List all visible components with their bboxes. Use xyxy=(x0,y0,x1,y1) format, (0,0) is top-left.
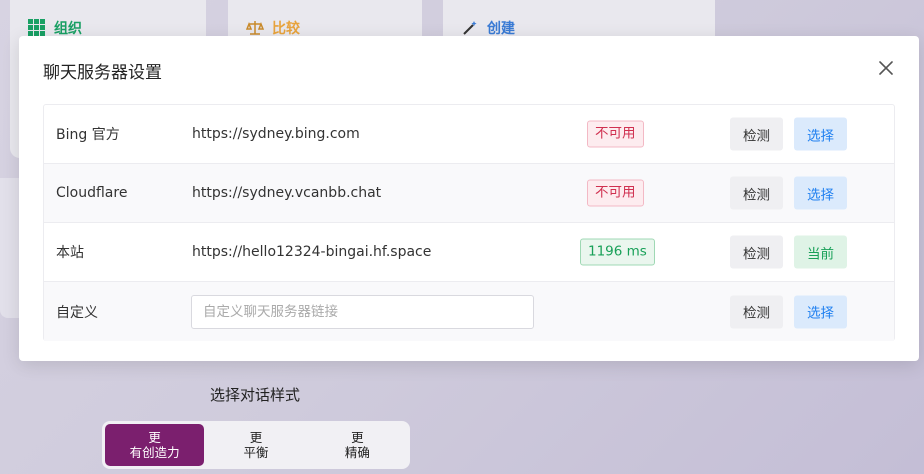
current-button[interactable]: 当前 xyxy=(794,235,847,269)
style-creative-line1: 更 xyxy=(148,430,161,445)
style-creative-line2: 有创造力 xyxy=(129,445,180,460)
create-card-label: 创建 xyxy=(487,21,515,37)
magic-wand-icon xyxy=(461,19,479,37)
table-row: Bing 官方 https://sydney.bing.com 不可用 检测 选… xyxy=(44,105,894,164)
conversation-style-switch: 更 有创造力 更 平衡 更 精确 xyxy=(102,421,410,469)
server-name: Cloudflare xyxy=(56,185,128,201)
status-badge: 不可用 xyxy=(587,120,644,148)
server-url: https://sydney.vcanbb.chat xyxy=(192,185,382,201)
status-badge: 不可用 xyxy=(587,179,644,207)
server-url: https://hello12324-bingai.hf.space xyxy=(192,244,432,260)
style-balanced-button[interactable]: 更 平衡 xyxy=(206,424,305,466)
table-row: Cloudflare https://sydney.vcanbb.chat 不可… xyxy=(44,164,894,223)
server-name: Bing 官方 xyxy=(56,127,120,143)
server-name: 自定义 xyxy=(56,304,98,321)
style-creative-button[interactable]: 更 有创造力 xyxy=(105,424,205,466)
select-button[interactable]: 选择 xyxy=(794,117,847,151)
style-title: 选择对话样式 xyxy=(210,386,301,404)
select-button[interactable]: 选择 xyxy=(794,176,847,210)
style-balanced-line1: 更 xyxy=(249,430,263,445)
table-row: 自定义 检测 选择 xyxy=(44,282,894,341)
custom-server-url-input[interactable] xyxy=(191,294,534,329)
check-button[interactable]: 检测 xyxy=(730,235,783,269)
style-precise-button[interactable]: 更 精确 xyxy=(308,424,407,466)
table-row: 本站 https://hello12324-bingai.hf.space 11… xyxy=(44,223,894,282)
select-button[interactable]: 选择 xyxy=(794,295,847,328)
chat-server-settings-dialog: 聊天服务器设置 Bing 官方 https://sydney.bing.com … xyxy=(19,36,919,361)
latency-badge: 1196 ms xyxy=(580,238,655,266)
server-table: Bing 官方 https://sydney.bing.com 不可用 检测 选… xyxy=(43,104,895,341)
style-balanced-line2: 平衡 xyxy=(243,445,269,460)
scale-icon xyxy=(245,19,265,37)
organize-card-label: 组织 xyxy=(54,21,82,37)
check-button[interactable]: 检测 xyxy=(730,117,783,151)
server-url: https://sydney.bing.com xyxy=(192,126,360,142)
style-precise-line1: 更 xyxy=(351,430,364,445)
grid-icon xyxy=(28,19,46,37)
style-precise-line2: 精确 xyxy=(344,445,370,460)
dialog-title: 聊天服务器设置 xyxy=(43,63,162,83)
server-name: 本站 xyxy=(56,245,84,261)
close-icon[interactable] xyxy=(876,58,896,78)
check-button[interactable]: 检测 xyxy=(730,176,783,210)
compare-card-label: 比较 xyxy=(272,21,300,37)
check-button[interactable]: 检测 xyxy=(730,295,783,328)
